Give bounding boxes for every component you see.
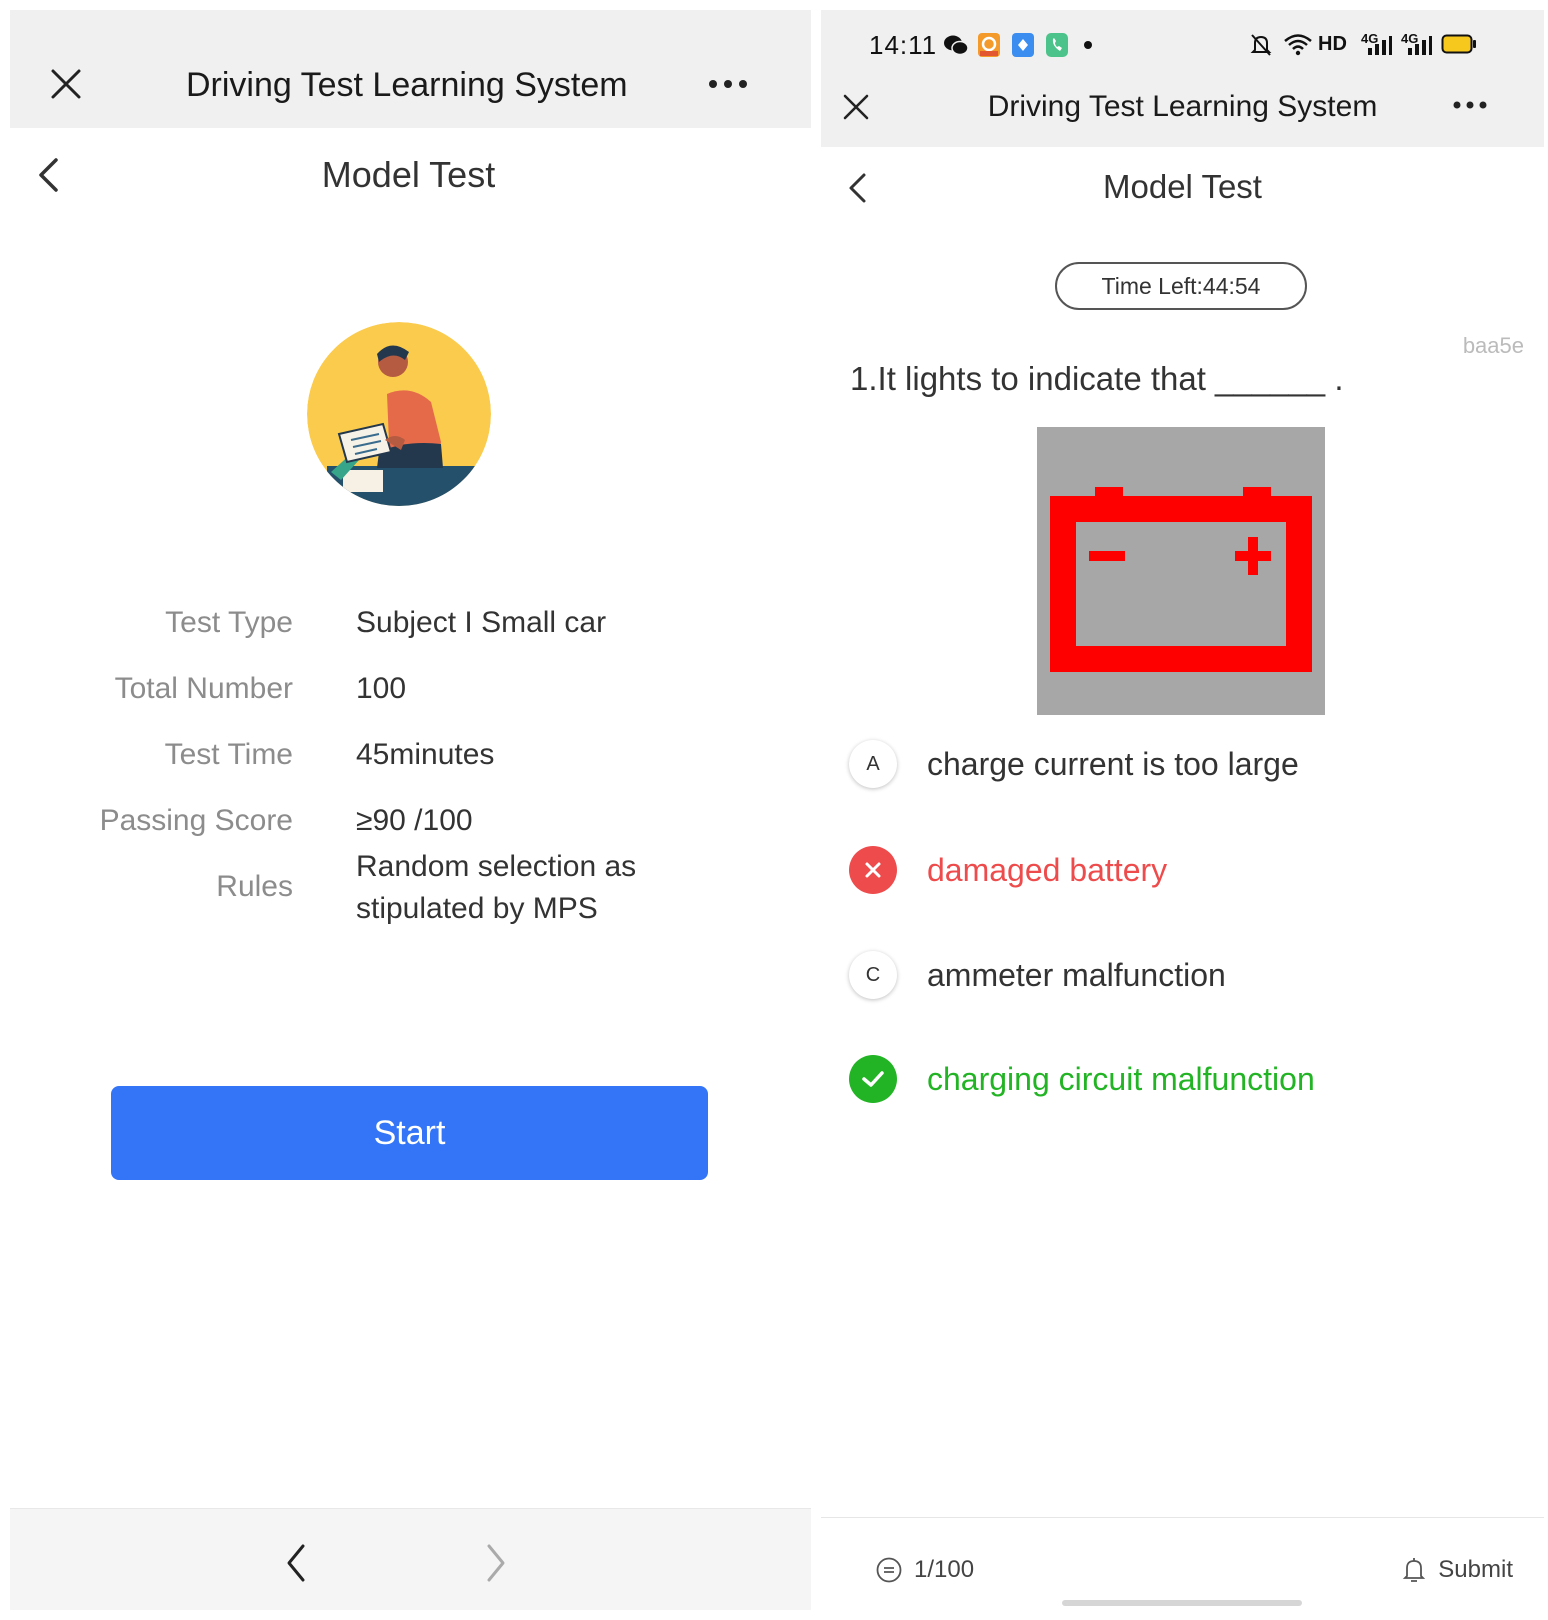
signal-icon	[1408, 36, 1432, 55]
app-title: Driving Test Learning System	[987, 90, 1378, 123]
watermark: baa5e	[1462, 333, 1524, 358]
progress-text: 1/100	[914, 1556, 975, 1583]
passing-score-label: Passing Score	[99, 804, 293, 837]
test-type-value: Subject I Small car	[356, 606, 607, 639]
reader-illustration	[307, 322, 491, 506]
battery-icon	[1441, 34, 1476, 54]
option-text: ammeter malfunction	[927, 956, 1226, 993]
timer-badge: Time Left:44:54	[1055, 262, 1307, 310]
phone-icon	[1046, 33, 1068, 57]
question-text: 1.It lights to indicate that ______ .	[850, 360, 1344, 397]
nav-back-icon[interactable]	[284, 1543, 308, 1583]
app-icon	[978, 33, 1000, 57]
wifi-icon	[1284, 34, 1312, 56]
rules-label: Rules	[216, 870, 293, 903]
passing-score-value: ≥90 /100	[356, 804, 473, 837]
option-a[interactable]: A charge current is too large	[849, 734, 1529, 794]
bottom-navigation	[10, 1508, 811, 1610]
app-title: Driving Test Learning System	[186, 66, 626, 104]
answer-sheet-icon	[876, 1557, 902, 1583]
progress-indicator[interactable]: 1/100	[876, 1556, 974, 1584]
home-indicator[interactable]	[1062, 1600, 1302, 1606]
submit-button[interactable]: Submit	[1402, 1556, 1513, 1584]
battery-warning-icon	[1050, 487, 1312, 672]
option-badge: C	[849, 951, 897, 999]
submit-label: Submit	[1438, 1556, 1513, 1583]
bell-icon	[1403, 1558, 1426, 1582]
app-icon	[1012, 33, 1034, 57]
total-number-value: 100	[356, 672, 407, 705]
option-c[interactable]: C ammeter malfunction	[849, 945, 1529, 1005]
rules-value: Random selection as stipulated by MPS	[356, 850, 637, 925]
status-and-title-bar: 14:11 HD 4G 4G Driving Test Learning Sys…	[821, 10, 1544, 147]
option-text: charge current is too large	[927, 745, 1299, 782]
correct-answer-icon	[849, 1055, 897, 1103]
total-number-label: Total Number	[114, 672, 293, 705]
left-screen: Driving Test Learning System Model Test …	[10, 10, 811, 1610]
test-time-value: 45minutes	[356, 738, 495, 771]
more-icon[interactable]	[1453, 100, 1487, 110]
dot-icon	[1084, 41, 1092, 49]
start-button[interactable]: Start	[111, 1086, 708, 1180]
option-badge: A	[849, 740, 897, 788]
option-d[interactable]: charging circuit malfunction	[849, 1049, 1529, 1109]
option-b[interactable]: damaged battery	[849, 840, 1529, 900]
page-title: Model Test	[321, 154, 496, 195]
close-icon[interactable]	[50, 68, 82, 100]
wrong-answer-icon	[849, 846, 897, 894]
question-image	[1037, 427, 1325, 715]
more-icon[interactable]	[708, 78, 748, 90]
right-screen: 14:11 HD 4G 4G Driving Test Learning Sys…	[821, 10, 1544, 1610]
option-text: damaged battery	[927, 851, 1168, 888]
bottom-bar: 1/100 Submit	[821, 1517, 1544, 1610]
test-time-label: Test Time	[164, 738, 293, 771]
wechat-icon	[944, 35, 969, 56]
info-label-column: Test Type Total Number Test Time Passing…	[10, 10, 293, 903]
option-text: charging circuit malfunction	[927, 1060, 1315, 1097]
mute-icon	[1250, 34, 1272, 56]
page-title: Model Test	[1103, 168, 1262, 205]
app-title-bar: Driving Test Learning System	[10, 10, 811, 128]
status-time: 14:11	[869, 30, 938, 60]
network-label: HD	[1318, 33, 1347, 55]
signal-icon	[1368, 36, 1392, 55]
test-type-label: Test Type	[165, 606, 293, 639]
nav-forward-icon[interactable]	[484, 1543, 508, 1583]
